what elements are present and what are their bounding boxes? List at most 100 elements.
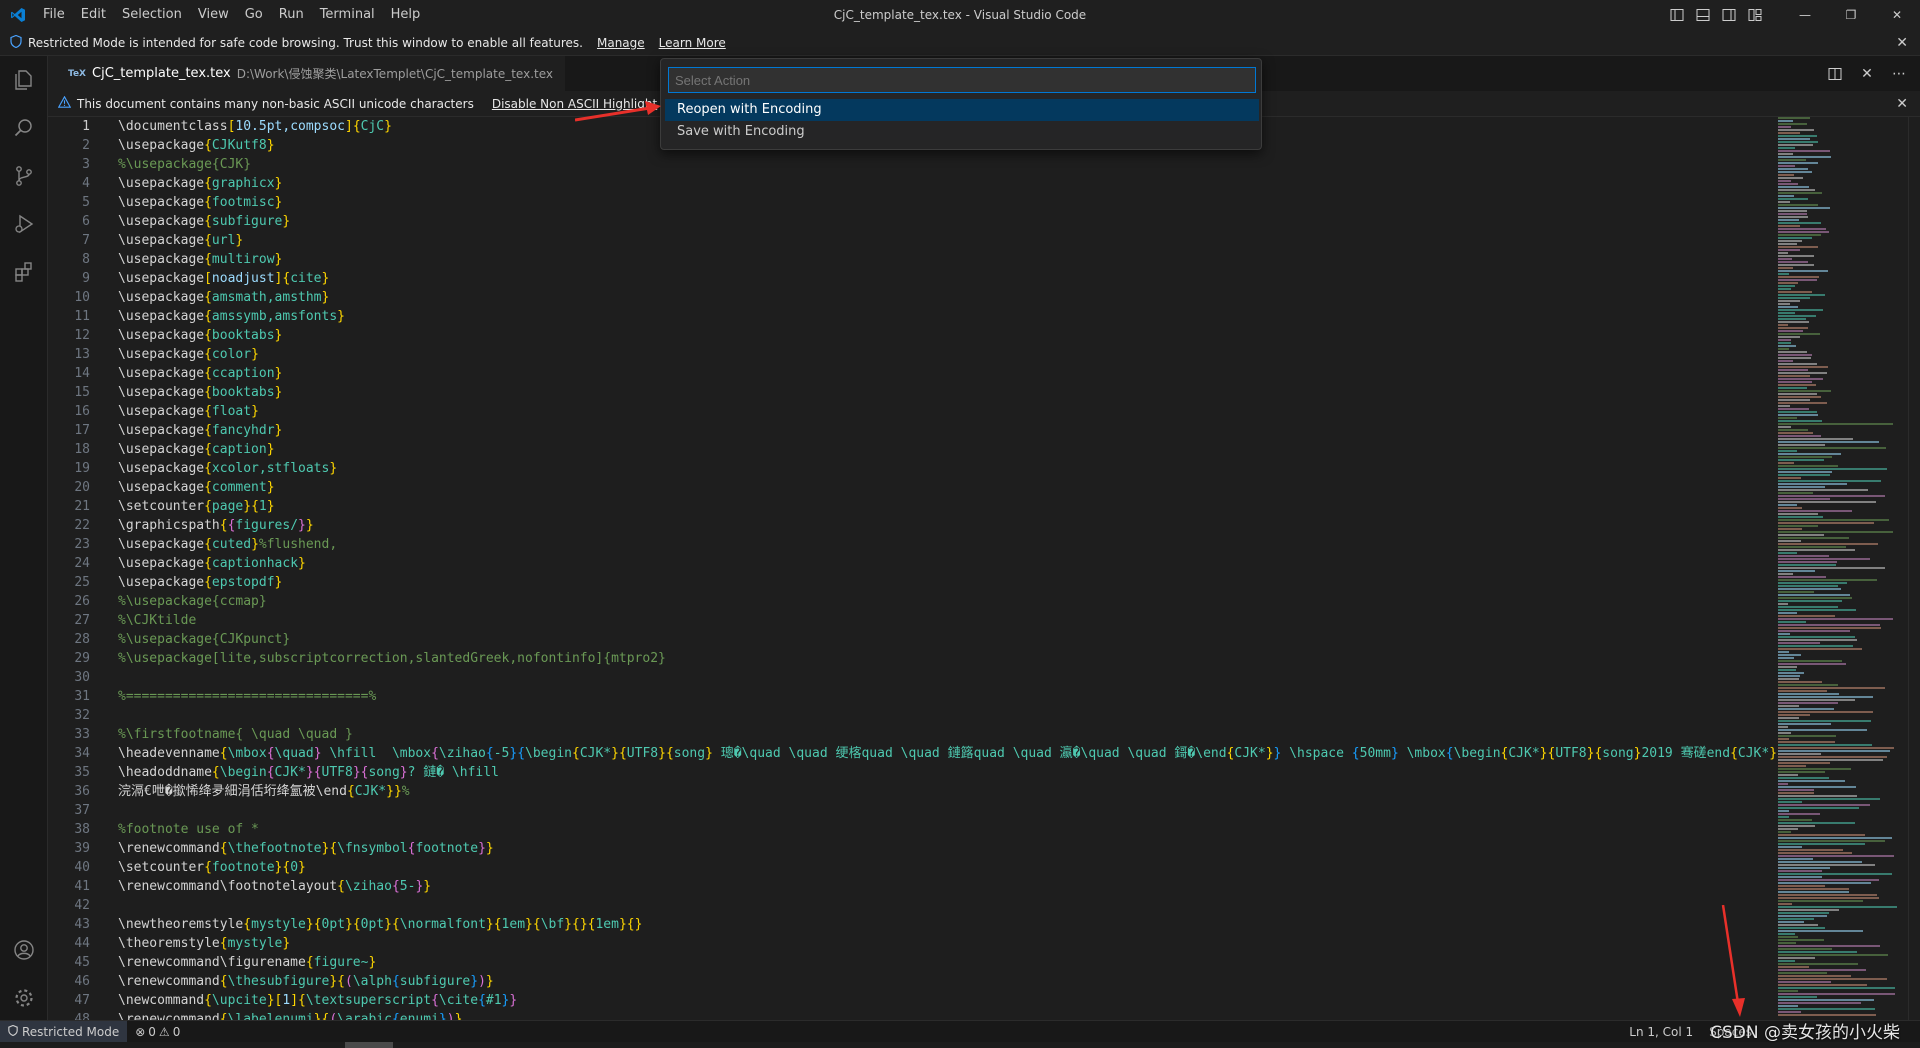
code-line[interactable]: \usepackage{xcolor,stfloats} — [118, 459, 1778, 478]
code-line[interactable] — [118, 668, 1778, 687]
search-icon[interactable] — [0, 104, 48, 152]
code-line[interactable]: \usepackage{url} — [118, 231, 1778, 250]
minimap-line — [1778, 168, 1808, 170]
menu-edit[interactable]: Edit — [73, 4, 114, 26]
line-number: 30 — [74, 670, 90, 685]
code-line[interactable] — [118, 896, 1778, 915]
code-line[interactable]: %\usepackage{CJKpunct} — [118, 630, 1778, 649]
close-warning-icon[interactable]: ✕ — [1896, 91, 1908, 117]
minimap[interactable] — [1778, 117, 1908, 1020]
code-line[interactable]: \usepackage{ccaption} — [118, 364, 1778, 383]
code-line[interactable]: \usepackage{caption} — [118, 440, 1778, 459]
minimap-line — [1778, 360, 1793, 362]
code-line[interactable]: \usepackage{fancyhdr} — [118, 421, 1778, 440]
code-line[interactable]: \usepackage{captionhack} — [118, 554, 1778, 573]
extensions-icon[interactable] — [0, 248, 48, 296]
restore-icon[interactable]: ❐ — [1828, 0, 1874, 30]
code-lines[interactable]: \documentclass[10.5pt,compsoc]{CjC} \usep… — [118, 117, 1778, 1020]
code-line[interactable]: \usepackage{multirow} — [118, 250, 1778, 269]
code-line[interactable] — [118, 706, 1778, 725]
code-line[interactable]: %\usepackage[lite,subscriptcorrection,sl… — [118, 649, 1778, 668]
code-line[interactable]: \headoddname{\begin{CJK*}{UTF8}{song}? 鏈… — [118, 763, 1778, 782]
explorer-icon[interactable] — [0, 56, 48, 104]
minimap-line — [1778, 645, 1853, 647]
menu-go[interactable]: Go — [237, 4, 271, 26]
source-control-icon[interactable] — [0, 152, 48, 200]
reopen-with-encoding-option[interactable]: Reopen with Encoding — [665, 99, 1259, 121]
minimap-line — [1778, 330, 1803, 332]
toggle-secondary-sidebar-icon[interactable] — [1716, 0, 1742, 30]
menu-file[interactable]: File — [35, 4, 73, 26]
code-line[interactable]: \usepackage{comment} — [118, 478, 1778, 497]
select-action-input[interactable] — [668, 67, 1256, 93]
close-tab-icon[interactable]: ✕ — [1856, 63, 1878, 85]
vertical-scrollbar[interactable] — [1908, 117, 1920, 1020]
code-editor[interactable]: 1 2 3 4 5 6 7 8 9 10 11 12 13 14 15 16 17 18 19 20 21 22 23 24 2… — [48, 117, 1778, 1020]
toggle-panel-icon[interactable] — [1690, 0, 1716, 30]
code-line[interactable]: \renewcommand\figurename{figure~} — [118, 953, 1778, 972]
cursor-position[interactable]: Ln 1, Col 1 — [1621, 1025, 1701, 1039]
code-line[interactable]: \usepackage{color} — [118, 345, 1778, 364]
code-line[interactable]: %\usepackage{ccmap} — [118, 592, 1778, 611]
code-line[interactable]: \usepackage{graphicx} — [118, 174, 1778, 193]
accounts-icon[interactable] — [0, 926, 48, 974]
code-line[interactable]: \renewcommand\footnotelayout{\zihao{5-}} — [118, 877, 1778, 896]
code-line[interactable]: \usepackage{float} — [118, 402, 1778, 421]
minimap-line — [1778, 381, 1812, 383]
menu-terminal[interactable]: Terminal — [312, 4, 383, 26]
code-line[interactable]: \headevenname{\mbox{\quad} \hfill \mbox{… — [118, 744, 1778, 763]
code-line[interactable]: %\CJKtilde — [118, 611, 1778, 630]
learn-more-link[interactable]: Learn More — [659, 36, 726, 50]
code-line[interactable]: \newtheoremstyle{mystyle}{0pt}{0pt}{\nor… — [118, 915, 1778, 934]
code-line[interactable]: 浣滆€呭�撳悕绛夛細涓佸垳绛氳被\end{CJK*}}% — [118, 782, 1778, 801]
warning-icon — [57, 95, 72, 111]
line-number: 43 — [74, 917, 90, 932]
code-line[interactable]: \theoremstyle{mystyle} — [118, 934, 1778, 953]
menu-run[interactable]: Run — [271, 4, 312, 26]
minimap-line — [1778, 255, 1814, 257]
split-editor-icon[interactable] — [1824, 63, 1846, 85]
line-number: 17 — [74, 423, 90, 438]
problems-status[interactable]: ⊗ 0 ⚠ 0 — [127, 1025, 188, 1039]
code-line[interactable]: \renewcommand{\labelenumi}{(\arabic{enum… — [118, 1010, 1778, 1020]
horizontal-scrollbar-thumb[interactable] — [345, 1042, 393, 1048]
code-line[interactable]: \usepackage[noadjust]{cite} — [118, 269, 1778, 288]
code-line[interactable]: \setcounter{footnote}{0} — [118, 858, 1778, 877]
code-line[interactable]: \usepackage{amsmath,amsthm} — [118, 288, 1778, 307]
horizontal-scrollbar[interactable] — [0, 1042, 1920, 1048]
customize-layout-icon[interactable] — [1742, 0, 1768, 30]
restricted-mode-status[interactable]: Restricted Mode — [0, 1020, 128, 1043]
minimize-icon[interactable]: — — [1782, 0, 1828, 30]
menu-view[interactable]: View — [190, 4, 237, 26]
close-window-icon[interactable]: ✕ — [1874, 0, 1920, 30]
code-line[interactable]: \usepackage{cuted}%flushend, — [118, 535, 1778, 554]
code-line[interactable]: %\firstfootname{ \quad \quad } — [118, 725, 1778, 744]
code-line[interactable]: \usepackage{subfigure} — [118, 212, 1778, 231]
minimap-line — [1778, 867, 1830, 869]
gear-icon[interactable] — [0, 974, 48, 1022]
editor-tab[interactable]: TeX CjC_template_tex.tex D:\Work\侵蚀聚类\La… — [48, 56, 565, 91]
code-line[interactable]: \usepackage{amssymb,amsfonts} — [118, 307, 1778, 326]
run-and-debug-icon[interactable] — [0, 200, 48, 248]
close-banner-icon[interactable]: ✕ — [1896, 30, 1908, 56]
save-with-encoding-option[interactable]: Save with Encoding — [665, 121, 1259, 143]
manage-link[interactable]: Manage — [597, 36, 645, 50]
code-line[interactable]: \renewcommand{\thesubfigure}{(\alph{subf… — [118, 972, 1778, 991]
code-line[interactable]: %\usepackage{CJK} — [118, 155, 1778, 174]
code-line[interactable]: \usepackage{epstopdf} — [118, 573, 1778, 592]
code-line[interactable]: \usepackage{footmisc} — [118, 193, 1778, 212]
toggle-primary-sidebar-icon[interactable] — [1664, 0, 1690, 30]
code-line[interactable]: \usepackage{booktabs} — [118, 326, 1778, 345]
menu-help[interactable]: Help — [383, 4, 429, 26]
code-line[interactable]: \setcounter{page}{1} — [118, 497, 1778, 516]
minimap-line — [1778, 681, 1822, 683]
code-line[interactable] — [118, 801, 1778, 820]
code-line[interactable]: \renewcommand{\thefootnote}{\fnsymbol{fo… — [118, 839, 1778, 858]
menu-selection[interactable]: Selection — [114, 4, 190, 26]
more-actions-icon[interactable]: ⋯ — [1888, 63, 1910, 85]
code-line[interactable]: \newcommand{\upcite}[1]{\textsuperscript… — [118, 991, 1778, 1010]
code-line[interactable]: %footnote use of * — [118, 820, 1778, 839]
code-line[interactable]: %===============================% — [118, 687, 1778, 706]
code-line[interactable]: \usepackage{booktabs} — [118, 383, 1778, 402]
code-line[interactable]: \graphicspath{{figures/}} — [118, 516, 1778, 535]
